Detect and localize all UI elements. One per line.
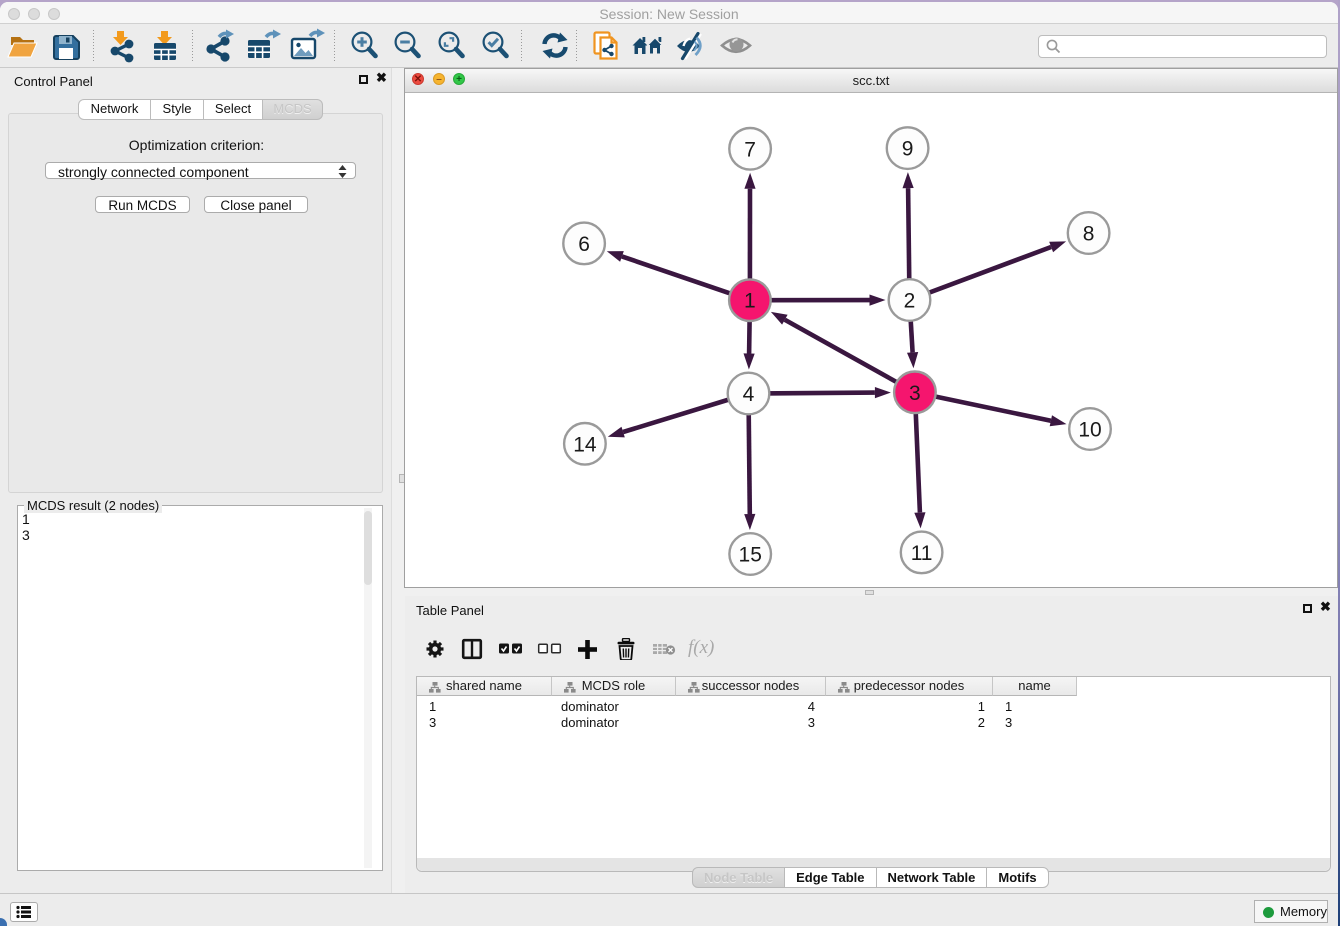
svg-text:10: 10 [1078, 419, 1101, 442]
svg-text:8: 8 [1083, 223, 1095, 246]
svg-text:9: 9 [902, 138, 914, 161]
svg-text:7: 7 [744, 138, 756, 161]
svg-text:6: 6 [578, 233, 590, 256]
svg-text:4: 4 [743, 383, 755, 406]
svg-text:11: 11 [911, 542, 933, 565]
svg-text:14: 14 [573, 433, 597, 456]
svg-text:1: 1 [744, 290, 756, 313]
svg-text:15: 15 [739, 544, 762, 567]
svg-text:2: 2 [904, 290, 916, 313]
svg-text:3: 3 [909, 382, 921, 405]
